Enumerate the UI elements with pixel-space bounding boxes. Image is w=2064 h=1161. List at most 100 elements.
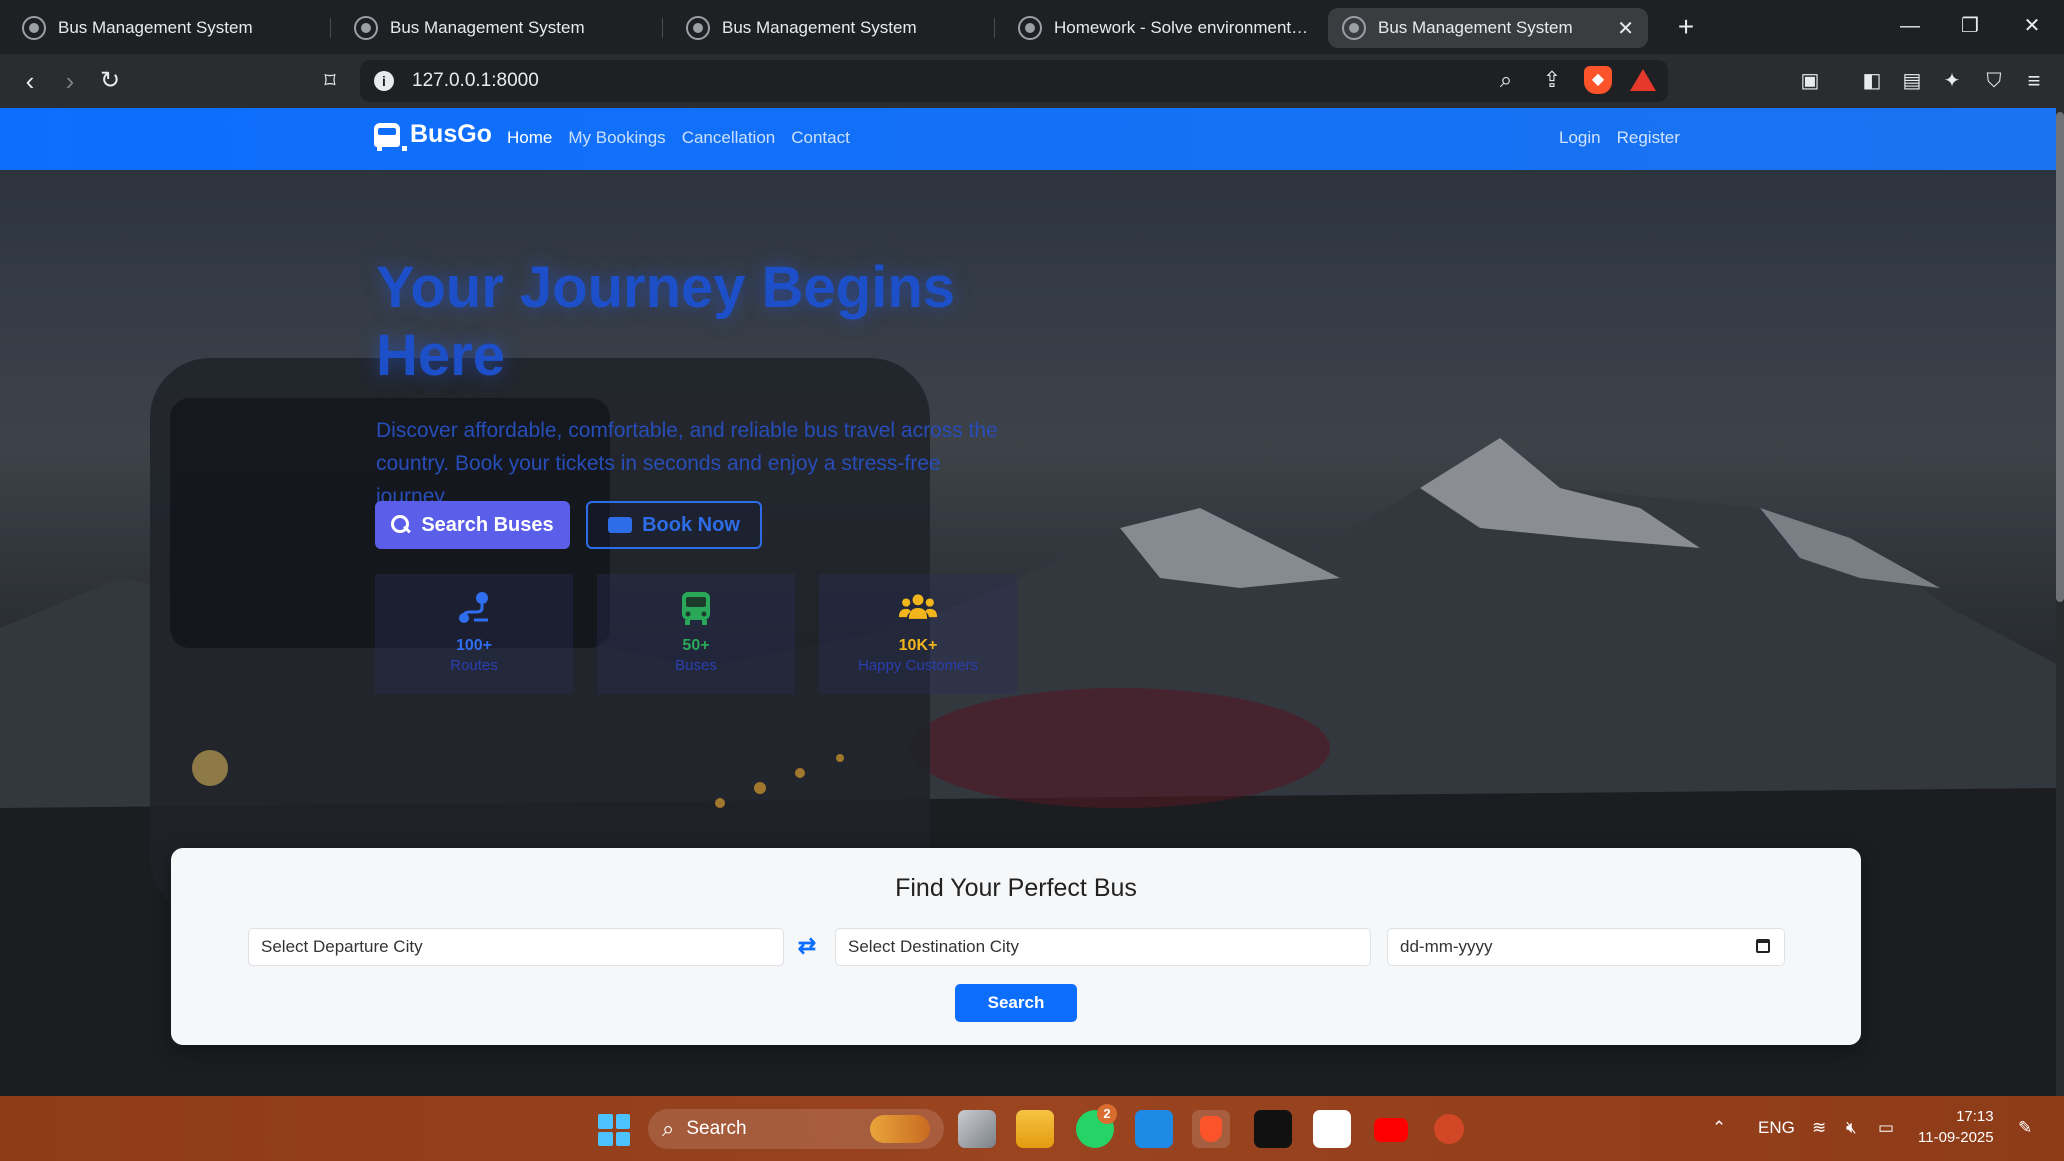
brave-shields-icon[interactable]: ◆ — [1584, 66, 1612, 94]
file-explorer-icon[interactable] — [1016, 1110, 1054, 1148]
book-now-label: Book Now — [642, 513, 740, 536]
minimize-icon[interactable]: — — [1882, 8, 1938, 44]
clock-date: 11-09-2025 — [1918, 1129, 1994, 1146]
tab-title: Bus Management System — [722, 18, 917, 37]
search-buses-button[interactable]: Search Buses — [375, 501, 570, 549]
book-now-button[interactable]: Book Now — [586, 501, 762, 549]
powerpoint-icon[interactable] — [1430, 1110, 1468, 1148]
brave-rewards-icon[interactable] — [1630, 69, 1656, 91]
vscode-icon[interactable] — [1135, 1110, 1173, 1148]
volume-muted-icon[interactable]: 🔇︎ — [1846, 1118, 1857, 1138]
browser-tab-strip: Bus Management System Bus Management Sys… — [0, 0, 2064, 54]
menu-icon[interactable]: ≡ — [2016, 63, 2052, 99]
back-icon[interactable]: ‹ — [12, 63, 48, 99]
reload-icon[interactable]: ↻ — [92, 63, 128, 99]
tray-overflow-icon[interactable]: ⌃ — [1712, 1118, 1726, 1138]
swap-cities-icon[interactable]: ⇄ — [796, 934, 818, 958]
site-info-icon[interactable]: i — [374, 71, 394, 91]
tab-divider — [994, 18, 995, 38]
windows-taskbar: ⌕ Search 2 ⌃ ENG ≋ 🔇︎ ▭ 17:13 11-09-2025… — [0, 1096, 2064, 1161]
share-icon[interactable]: ⇪ — [1538, 66, 1566, 94]
register-link[interactable]: Register — [1617, 128, 1680, 148]
bookmark-icon[interactable]: ⌑ — [312, 63, 348, 99]
nav-link-my-bookings[interactable]: My Bookings — [568, 128, 665, 148]
search-button[interactable]: Search — [955, 984, 1077, 1022]
globe-icon — [1018, 16, 1042, 40]
globe-icon — [686, 16, 710, 40]
forward-icon[interactable]: › — [52, 63, 88, 99]
site-navbar: BusGo Home My Bookings Cancellation Cont… — [0, 108, 2056, 170]
wallet-icon[interactable]: ▤ — [1894, 63, 1930, 99]
browser-tab[interactable]: Bus Management System — [8, 8, 328, 48]
tab-title: Bus Management System — [58, 18, 253, 37]
stat-label: Buses — [675, 657, 717, 674]
brand-logo[interactable]: BusGo — [374, 120, 492, 151]
restore-icon[interactable]: ❐ — [1942, 8, 1998, 44]
notification-badge: 2 — [1097, 1104, 1117, 1124]
bus-icon — [682, 592, 710, 625]
youtube-icon[interactable] — [1372, 1110, 1410, 1148]
stat-customers: 10K+ Happy Customers — [819, 574, 1017, 694]
sidebar-icon[interactable]: ◧ — [1854, 63, 1890, 99]
tab-title: Homework - Solve environment error — [1054, 18, 1310, 37]
clock-time: 17:13 — [1956, 1108, 1994, 1125]
browser-tab[interactable]: Homework - Solve environment error — [1004, 8, 1324, 48]
url-text[interactable]: 127.0.0.1:8000 — [412, 70, 539, 92]
stat-value: 10K+ — [898, 637, 938, 654]
nav-link-contact[interactable]: Contact — [791, 128, 850, 148]
page-viewport: BusGo Home My Bookings Cancellation Cont… — [0, 108, 2064, 1096]
destination-city-select[interactable]: Select Destination City — [835, 928, 1371, 966]
travel-date-field[interactable]: dd-mm-yyyy — [1387, 928, 1785, 966]
browser-tab[interactable]: Bus Management System — [672, 8, 992, 48]
brave-browser-icon[interactable] — [1192, 1110, 1230, 1148]
new-tab-button[interactable]: + — [1668, 10, 1704, 46]
system-clock[interactable]: 17:13 11-09-2025 — [1918, 1106, 1994, 1148]
search-buses-label: Search Buses — [421, 513, 554, 536]
page-scrollbar[interactable] — [2056, 108, 2064, 1096]
zoom-icon[interactable]: ⌕ — [1492, 66, 1520, 94]
date-placeholder: dd-mm-yyyy — [1400, 937, 1493, 956]
route-icon — [459, 592, 488, 623]
close-tab-icon[interactable]: ✕ — [1617, 16, 1634, 41]
brand-name: BusGo — [410, 120, 492, 148]
browser-tab[interactable]: Bus Management System — [340, 8, 660, 48]
scrollbar-thumb[interactable] — [2056, 112, 2064, 602]
search-card-title: Find Your Perfect Bus — [895, 874, 1137, 902]
vpn-icon[interactable]: ⛉ — [1976, 63, 2012, 99]
nav-link-home[interactable]: Home — [507, 128, 552, 148]
stat-value: 100+ — [455, 637, 493, 654]
terminal-app-icon[interactable] — [1254, 1110, 1292, 1148]
taskbar-search-box[interactable]: ⌕ Search — [648, 1109, 944, 1149]
globe-icon — [354, 16, 378, 40]
leo-ai-icon[interactable]: ✦ — [1934, 63, 1970, 99]
windows-start-icon[interactable] — [598, 1114, 630, 1146]
globe-icon — [1342, 16, 1366, 40]
language-indicator[interactable]: ENG — [1758, 1118, 1795, 1138]
address-bar[interactable]: i 127.0.0.1:8000 ⌕ ⇪ ◆ — [360, 60, 1668, 102]
wps-app-icon[interactable] — [1313, 1110, 1351, 1148]
tab-divider — [330, 18, 331, 38]
auth-links: Login Register — [1559, 128, 1680, 148]
close-window-icon[interactable]: ✕ — [2004, 8, 2060, 44]
browser-toolbar: ‹ › ↻ ⌑ i 127.0.0.1:8000 ⌕ ⇪ ◆ ▣ ◧ ▤ ✦ ⛉… — [0, 54, 2064, 108]
browser-tab-active[interactable]: Bus Management System ✕ — [1328, 8, 1648, 48]
stat-value: 50+ — [682, 637, 710, 654]
ticket-icon — [608, 517, 633, 533]
tab-divider — [662, 18, 663, 38]
battery-icon[interactable]: ▭ — [1878, 1118, 1894, 1138]
stat-label: Happy Customers — [857, 657, 979, 674]
nav-links: Home My Bookings Cancellation Contact — [507, 128, 850, 148]
task-view-icon[interactable] — [958, 1110, 996, 1148]
login-link[interactable]: Login — [1559, 128, 1601, 148]
reader-mode-icon[interactable]: ▣ — [1792, 63, 1828, 99]
wifi-icon[interactable]: ≋ — [1812, 1118, 1826, 1138]
search-highlight-icon — [870, 1115, 930, 1143]
calendar-icon[interactable] — [1756, 939, 1770, 953]
departure-city-select[interactable]: Select Departure City — [248, 928, 784, 966]
hero-subtitle: Discover affordable, comfortable, and re… — [376, 419, 998, 508]
search-icon: ⌕ — [662, 1116, 675, 1141]
tab-title: Bus Management System — [1378, 18, 1573, 37]
nav-link-cancellation[interactable]: Cancellation — [682, 128, 776, 148]
notifications-icon[interactable]: ✎ — [2018, 1118, 2032, 1138]
bus-logo-icon — [374, 122, 407, 151]
